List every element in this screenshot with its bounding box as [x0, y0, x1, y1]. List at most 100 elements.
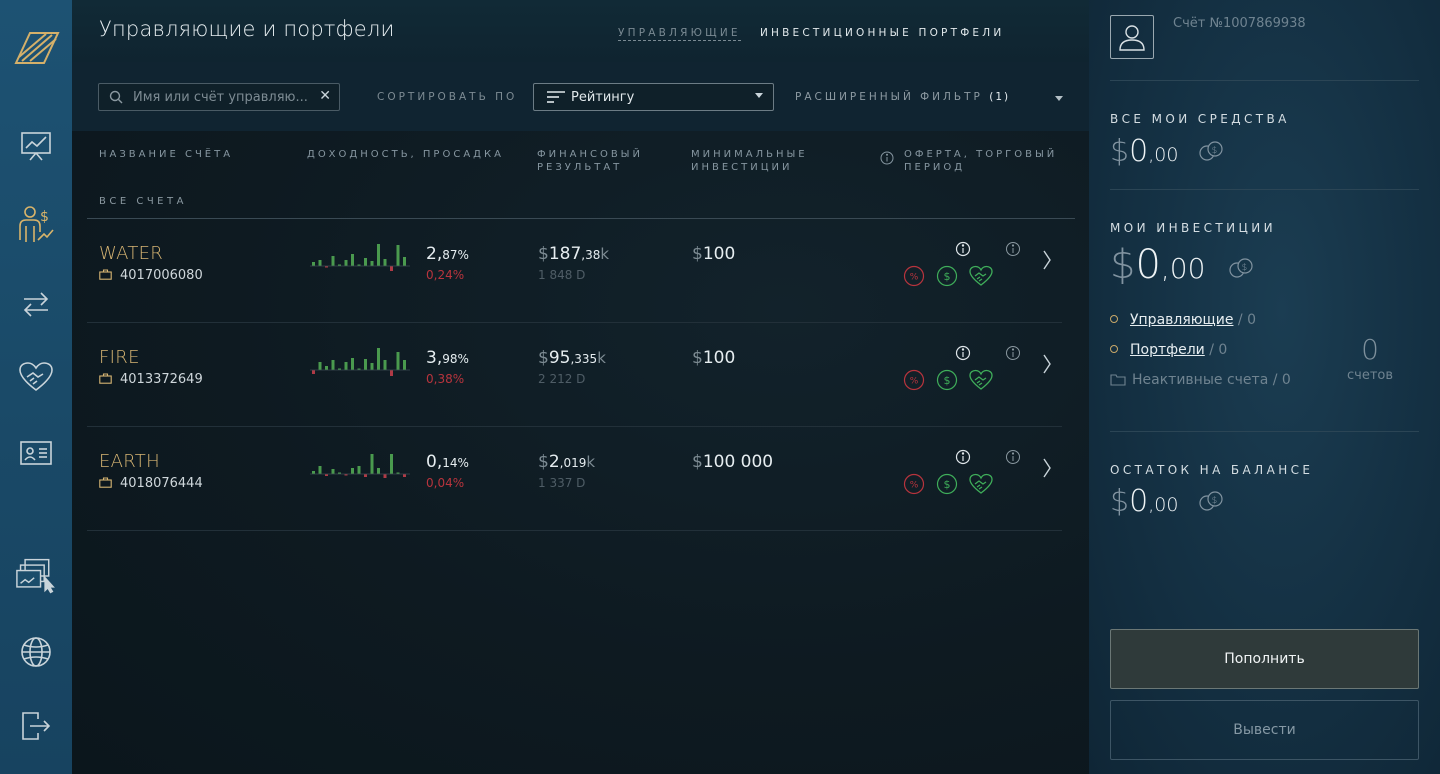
chevron-right-icon[interactable] — [1042, 457, 1052, 479]
globe-icon[interactable] — [16, 632, 56, 672]
percent-icon[interactable]: % — [903, 473, 925, 495]
percent-icon[interactable]: % — [903, 265, 925, 287]
sparkline-bar — [403, 474, 406, 477]
account-name[interactable]: WATER — [99, 243, 163, 264]
sparkline-bar — [390, 370, 393, 376]
topup-button[interactable]: Пополнить — [1110, 629, 1419, 689]
currency-symbol: $ — [1110, 134, 1130, 169]
divider — [1110, 189, 1419, 190]
chart-board-icon[interactable] — [16, 126, 56, 166]
fin-suffix: k — [600, 245, 610, 263]
currency-symbol: $ — [1110, 484, 1130, 519]
handshake-heart-icon[interactable] — [16, 357, 56, 397]
info-icon[interactable] — [955, 345, 971, 361]
briefcase-icon — [99, 477, 112, 488]
sort-value: Рейтингу — [571, 90, 635, 105]
info-icon[interactable] — [955, 449, 971, 465]
column-header-yield: Доходность, просадка — [307, 149, 504, 160]
cards-pointer-icon[interactable] — [16, 556, 56, 596]
financial-result: $95,335k — [538, 348, 606, 368]
info-icon[interactable] — [880, 151, 894, 165]
account-number-value: 4018076444 — [120, 476, 203, 491]
amount-dec: ,00 — [1148, 144, 1179, 166]
search-box: ✕ — [98, 83, 340, 111]
sparkline-bar — [390, 454, 393, 474]
sparkline-bar — [357, 466, 361, 474]
portfolios-link[interactable]: Портфели — [1130, 342, 1205, 358]
inactive-accounts[interactable]: Неактивные счета / 0 — [1110, 372, 1291, 388]
logout-icon[interactable] — [16, 706, 56, 746]
managers-link[interactable]: Управляющие — [1130, 312, 1233, 328]
handshake-icon[interactable] — [969, 265, 993, 287]
transfer-arrows-icon[interactable] — [16, 284, 56, 324]
chevron-down-icon[interactable] — [1055, 96, 1063, 101]
sparkline-bar — [344, 362, 348, 370]
divider — [1110, 431, 1419, 432]
sparkline-bar — [383, 259, 387, 266]
amount-int: 0 — [1129, 134, 1149, 169]
managers-summary: Управляющие / 0 — [1110, 312, 1256, 328]
amount-int: 0 — [1129, 484, 1149, 519]
info-icon[interactable] — [1005, 449, 1021, 465]
table-row[interactable]: FIRE 4013372649 3,98% 0,38% $95,335k 2 2… — [87, 323, 1062, 427]
dollar-icon[interactable]: $ — [936, 265, 958, 287]
handshake-icon[interactable] — [969, 473, 993, 495]
briefcase-icon — [99, 373, 112, 384]
account-name[interactable]: FIRE — [99, 347, 140, 368]
tab-portfolios[interactable]: Инвестиционные портфели — [760, 27, 1004, 39]
search-icon — [109, 90, 123, 104]
sparkline-bar — [312, 370, 315, 374]
sparkline-bar — [318, 260, 322, 266]
min-investment-value: 100 — [702, 348, 736, 368]
accounts-count: 0 — [1361, 333, 1379, 366]
sort-select[interactable]: Рейтингу — [533, 83, 774, 111]
fin-int: 187 — [548, 244, 582, 264]
min-investment: $100 000 — [692, 452, 773, 472]
dollar-icon[interactable]: $ — [936, 473, 958, 495]
search-input[interactable] — [133, 88, 313, 106]
page-title: Управляющие и портфели — [99, 17, 395, 41]
account-number: 4017006080 — [99, 268, 203, 283]
tab-managers[interactable]: Управляющие — [618, 27, 741, 41]
currency-symbol: $ — [538, 244, 549, 264]
amount-dec: ,00 — [1148, 494, 1179, 516]
sparkline-bar — [312, 262, 315, 266]
chevron-right-icon[interactable] — [1042, 353, 1052, 375]
currency-symbol: $ — [538, 452, 549, 472]
percent-icon[interactable]: % — [903, 369, 925, 391]
info-icon[interactable] — [955, 241, 971, 257]
drawdown-value: 0,24% — [426, 268, 465, 282]
main-content: Управляющие и портфели Управляющие Инвес… — [72, 0, 1089, 774]
table-row[interactable]: EARTH 4018076444 0,14% 0,04% $2,019k 1 3… — [87, 427, 1062, 531]
fin-dec: ,019 — [559, 456, 587, 470]
sparkline-bar — [318, 362, 322, 370]
sparkline-bar — [325, 366, 328, 370]
yield-dec: 98% — [442, 352, 469, 366]
currency-symbol: $ — [1110, 242, 1136, 288]
info-icon[interactable] — [1005, 345, 1021, 361]
avatar[interactable] — [1110, 15, 1154, 59]
table-row[interactable]: WATER 4017006080 2,87% 0,24% $187,38k 1 … — [87, 219, 1062, 323]
sparkline-bar — [403, 360, 406, 370]
sparkline-bar — [331, 360, 335, 370]
handshake-icon[interactable] — [969, 369, 993, 391]
clear-search-icon[interactable]: ✕ — [319, 88, 331, 104]
fin-suffix: k — [597, 349, 606, 367]
fin-int: 2 — [548, 452, 560, 472]
accounts-count-label: счетов — [1347, 368, 1394, 383]
chevron-right-icon[interactable] — [1042, 249, 1052, 271]
logo-icon[interactable] — [12, 25, 62, 67]
coins-icon: $ — [1199, 491, 1223, 511]
svg-text:%: % — [910, 377, 919, 387]
info-icon[interactable] — [1005, 241, 1021, 257]
withdraw-button[interactable]: Вывести — [1110, 700, 1419, 760]
account-name[interactable]: EARTH — [99, 451, 160, 472]
dollar-icon[interactable]: $ — [936, 369, 958, 391]
advanced-filter-button[interactable]: Расширенный фильтр (1) — [795, 91, 1010, 103]
yield-value: 0,14% — [426, 452, 469, 472]
trading-days: 1 337 D — [538, 476, 586, 490]
fin-int: 95 — [548, 348, 571, 368]
id-card-icon[interactable] — [16, 433, 56, 473]
manager-money-icon[interactable]: $ — [16, 205, 56, 245]
total-funds-title: Все мои средства — [1110, 112, 1290, 126]
